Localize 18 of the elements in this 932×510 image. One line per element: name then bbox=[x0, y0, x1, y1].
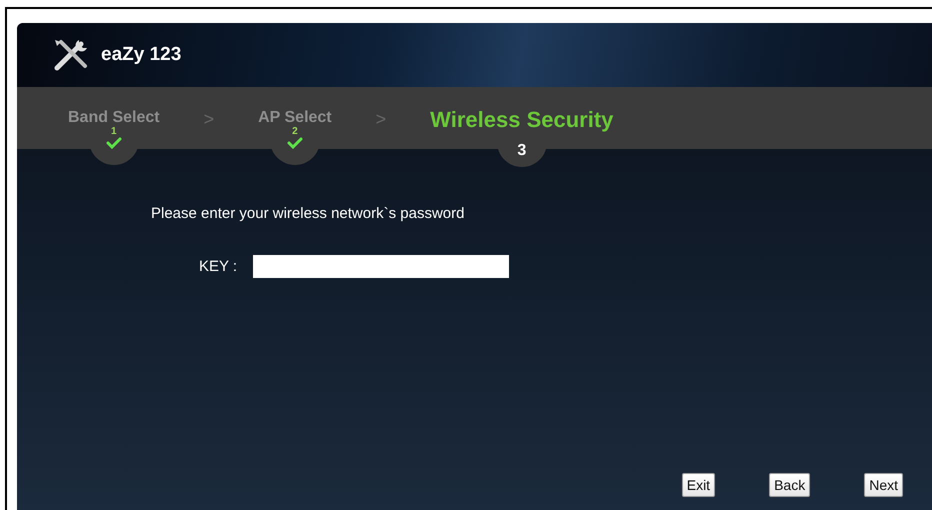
key-field[interactable] bbox=[253, 255, 510, 278]
step-number: 2 bbox=[292, 127, 298, 137]
app-title: eaZy 123 bbox=[101, 44, 182, 66]
wizard-button[interactable]: Exit bbox=[682, 473, 716, 497]
step-label: AP Select bbox=[258, 109, 332, 127]
step-separator: > bbox=[204, 109, 214, 130]
checkmark-icon bbox=[106, 137, 122, 149]
tools-icon bbox=[53, 38, 89, 72]
step-number: 3 bbox=[517, 143, 526, 159]
step-number: 1 bbox=[111, 127, 117, 137]
step-label: Wireless Security bbox=[430, 107, 614, 133]
step-separator: > bbox=[376, 109, 386, 130]
checkmark-icon bbox=[286, 137, 303, 149]
key-label: KEY : bbox=[199, 258, 238, 275]
prompt-text: Please enter your wireless network`s password bbox=[151, 205, 466, 222]
wizard-button[interactable]: Next bbox=[864, 473, 903, 497]
wizard-button[interactable]: Back bbox=[769, 473, 810, 497]
step-label: Band Select bbox=[68, 109, 160, 127]
